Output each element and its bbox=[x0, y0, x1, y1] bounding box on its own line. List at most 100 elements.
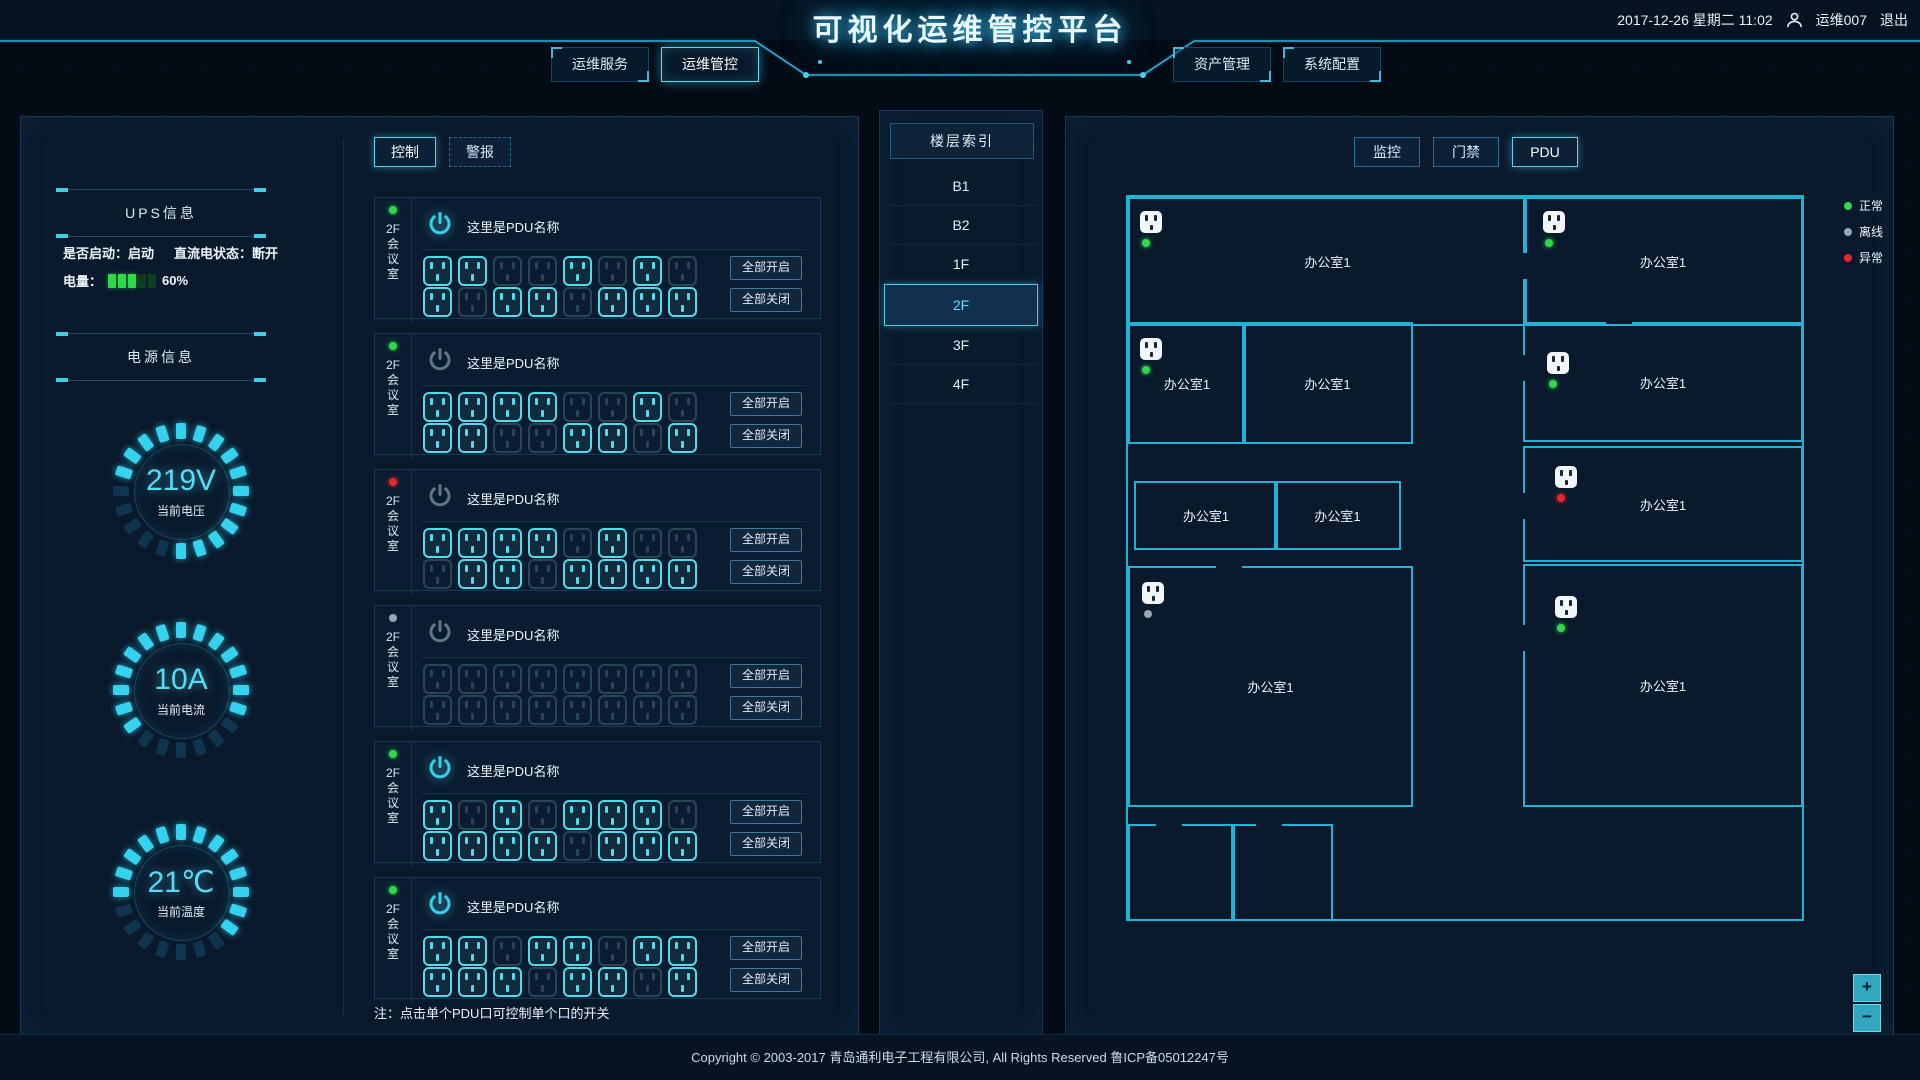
pdu-port-outlet-icon[interactable] bbox=[598, 936, 627, 966]
pdu-port-outlet-icon[interactable] bbox=[458, 936, 487, 966]
pdu-port-outlet-icon[interactable] bbox=[633, 831, 662, 861]
nav-button[interactable]: 运维服务 bbox=[551, 47, 649, 82]
floor-item-b2[interactable]: B2 bbox=[884, 206, 1038, 245]
pdu-port-outlet-icon[interactable] bbox=[493, 423, 522, 453]
pdu-port-outlet-icon[interactable] bbox=[493, 664, 522, 694]
pdu-port-outlet-icon[interactable] bbox=[633, 559, 662, 589]
nav-button[interactable]: 系统配置 bbox=[1283, 47, 1381, 82]
pdu-port-outlet-icon[interactable] bbox=[563, 423, 592, 453]
pdu-port-outlet-icon[interactable] bbox=[598, 392, 627, 422]
floor-item-b1[interactable]: B1 bbox=[884, 167, 1038, 206]
all-on-button[interactable]: 全部开启 bbox=[730, 664, 802, 688]
all-off-button[interactable]: 全部关闭 bbox=[730, 968, 802, 992]
pdu-port-outlet-icon[interactable] bbox=[563, 695, 592, 725]
all-off-button[interactable]: 全部关闭 bbox=[730, 696, 802, 720]
pdu-port-outlet-icon[interactable] bbox=[668, 287, 697, 317]
pdu-port-outlet-icon[interactable] bbox=[528, 423, 557, 453]
pdu-port-outlet-icon[interactable] bbox=[458, 392, 487, 422]
pdu-port-outlet-icon[interactable] bbox=[563, 800, 592, 830]
pdu-port-outlet-icon[interactable] bbox=[493, 831, 522, 861]
socket-icon[interactable] bbox=[1547, 352, 1569, 374]
pdu-port-outlet-icon[interactable] bbox=[563, 392, 592, 422]
floor-item-3f[interactable]: 3F bbox=[884, 326, 1038, 365]
pdu-port-outlet-icon[interactable] bbox=[458, 528, 487, 558]
pdu-port-outlet-icon[interactable] bbox=[563, 967, 592, 997]
pdu-port-outlet-icon[interactable] bbox=[493, 800, 522, 830]
socket-icon[interactable] bbox=[1142, 582, 1164, 604]
pdu-port-outlet-icon[interactable] bbox=[423, 831, 452, 861]
pdu-port-outlet-icon[interactable] bbox=[528, 256, 557, 286]
pdu-port-outlet-icon[interactable] bbox=[423, 256, 452, 286]
logout-button[interactable]: 退出 bbox=[1880, 10, 1908, 30]
nav-button[interactable]: 资产管理 bbox=[1173, 47, 1271, 82]
pdu-port-outlet-icon[interactable] bbox=[423, 695, 452, 725]
pdu-port-outlet-icon[interactable] bbox=[668, 392, 697, 422]
pdu-port-outlet-icon[interactable] bbox=[563, 664, 592, 694]
socket-icon[interactable] bbox=[1140, 338, 1162, 360]
pdu-port-outlet-icon[interactable] bbox=[458, 831, 487, 861]
all-off-button[interactable]: 全部关闭 bbox=[730, 832, 802, 856]
pdu-port-outlet-icon[interactable] bbox=[528, 528, 557, 558]
pdu-port-outlet-icon[interactable] bbox=[668, 256, 697, 286]
map-tab[interactable]: 门禁 bbox=[1433, 137, 1499, 167]
pdu-port-outlet-icon[interactable] bbox=[528, 559, 557, 589]
pdu-port-outlet-icon[interactable] bbox=[458, 256, 487, 286]
pdu-port-outlet-icon[interactable] bbox=[563, 287, 592, 317]
all-on-button[interactable]: 全部开启 bbox=[730, 800, 802, 824]
pdu-port-outlet-icon[interactable] bbox=[423, 967, 452, 997]
pdu-port-outlet-icon[interactable] bbox=[493, 559, 522, 589]
pdu-port-outlet-icon[interactable] bbox=[633, 392, 662, 422]
pdu-port-outlet-icon[interactable] bbox=[458, 664, 487, 694]
pdu-port-outlet-icon[interactable] bbox=[598, 528, 627, 558]
all-off-button[interactable]: 全部关闭 bbox=[730, 288, 802, 312]
pdu-port-outlet-icon[interactable] bbox=[528, 831, 557, 861]
pdu-port-outlet-icon[interactable] bbox=[458, 967, 487, 997]
all-off-button[interactable]: 全部关闭 bbox=[730, 424, 802, 448]
pdu-port-outlet-icon[interactable] bbox=[528, 800, 557, 830]
pdu-port-outlet-icon[interactable] bbox=[598, 800, 627, 830]
pdu-port-outlet-icon[interactable] bbox=[423, 392, 452, 422]
pdu-port-outlet-icon[interactable] bbox=[633, 800, 662, 830]
socket-icon[interactable] bbox=[1140, 211, 1162, 233]
pdu-port-outlet-icon[interactable] bbox=[598, 664, 627, 694]
pdu-port-outlet-icon[interactable] bbox=[633, 423, 662, 453]
zoom-in-button[interactable]: + bbox=[1853, 974, 1881, 1002]
pdu-port-outlet-icon[interactable] bbox=[493, 695, 522, 725]
pdu-port-outlet-icon[interactable] bbox=[668, 423, 697, 453]
pdu-port-outlet-icon[interactable] bbox=[598, 287, 627, 317]
all-on-button[interactable]: 全部开启 bbox=[730, 256, 802, 280]
pdu-port-outlet-icon[interactable] bbox=[458, 559, 487, 589]
pdu-port-outlet-icon[interactable] bbox=[528, 967, 557, 997]
control-tab[interactable]: 控制 bbox=[374, 137, 436, 167]
pdu-port-outlet-icon[interactable] bbox=[563, 528, 592, 558]
socket-icon[interactable] bbox=[1543, 211, 1565, 233]
pdu-port-outlet-icon[interactable] bbox=[423, 423, 452, 453]
nav-button[interactable]: 运维管控 bbox=[661, 47, 759, 82]
pdu-port-outlet-icon[interactable] bbox=[423, 287, 452, 317]
pdu-port-outlet-icon[interactable] bbox=[423, 664, 452, 694]
pdu-port-outlet-icon[interactable] bbox=[633, 936, 662, 966]
pdu-port-outlet-icon[interactable] bbox=[598, 256, 627, 286]
pdu-port-outlet-icon[interactable] bbox=[528, 287, 557, 317]
pdu-port-outlet-icon[interactable] bbox=[633, 287, 662, 317]
pdu-port-outlet-icon[interactable] bbox=[493, 936, 522, 966]
floor-item-2f[interactable]: 2F bbox=[884, 284, 1038, 326]
pdu-port-outlet-icon[interactable] bbox=[528, 664, 557, 694]
pdu-port-outlet-icon[interactable] bbox=[493, 287, 522, 317]
pdu-port-outlet-icon[interactable] bbox=[528, 695, 557, 725]
pdu-port-outlet-icon[interactable] bbox=[563, 559, 592, 589]
pdu-port-outlet-icon[interactable] bbox=[598, 967, 627, 997]
floor-item-4f[interactable]: 4F bbox=[884, 365, 1038, 404]
pdu-port-outlet-icon[interactable] bbox=[668, 967, 697, 997]
socket-icon[interactable] bbox=[1555, 596, 1577, 618]
pdu-port-outlet-icon[interactable] bbox=[598, 423, 627, 453]
pdu-port-outlet-icon[interactable] bbox=[563, 831, 592, 861]
pdu-port-outlet-icon[interactable] bbox=[668, 831, 697, 861]
pdu-port-outlet-icon[interactable] bbox=[633, 528, 662, 558]
pdu-port-outlet-icon[interactable] bbox=[633, 695, 662, 725]
all-off-button[interactable]: 全部关闭 bbox=[730, 560, 802, 584]
pdu-port-outlet-icon[interactable] bbox=[668, 695, 697, 725]
pdu-port-outlet-icon[interactable] bbox=[598, 559, 627, 589]
map-tab[interactable]: 监控 bbox=[1354, 137, 1420, 167]
floor-item-1f[interactable]: 1F bbox=[884, 245, 1038, 284]
